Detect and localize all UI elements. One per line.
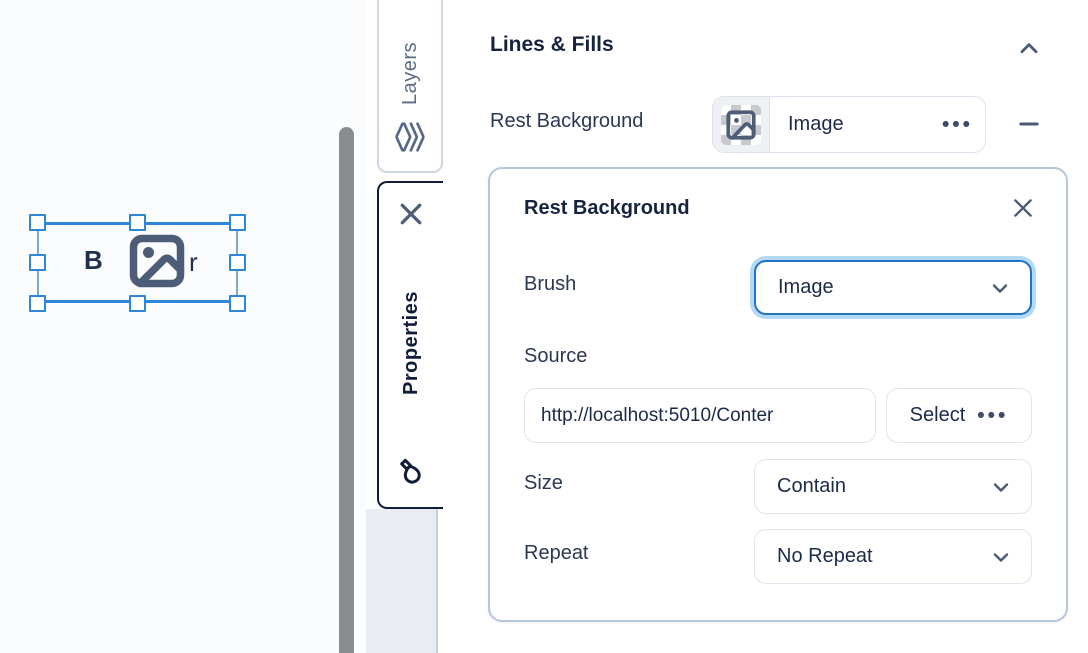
section-title-lines-and-fills: Lines & Fills	[490, 33, 614, 57]
close-icon[interactable]	[1010, 195, 1036, 221]
rest-background-row-label: Rest Background	[490, 110, 643, 133]
size-dropdown[interactable]: Contain	[754, 459, 1032, 514]
image-placeholder-icon[interactable]	[126, 231, 188, 291]
fill-thumbnail-cell	[713, 97, 770, 152]
tab-layers[interactable]: Layers	[377, 0, 443, 173]
repeat-label: Repeat	[524, 542, 589, 565]
tab-properties-label: Properties	[400, 291, 423, 395]
source-url-input[interactable]	[524, 388, 876, 443]
source-label: Source	[524, 345, 587, 368]
repeat-dropdown[interactable]: No Repeat	[754, 529, 1032, 584]
brush-dropdown-value: Image	[778, 276, 834, 299]
image-on-transparency-checker-icon	[721, 105, 761, 145]
selection-handle-middle-right[interactable]	[229, 254, 246, 271]
layers-icon	[394, 121, 426, 153]
obscured-text-fragment-left: B	[84, 245, 103, 276]
minus-icon[interactable]	[1016, 111, 1042, 137]
vertical-scrollbar-thumb[interactable]	[339, 127, 354, 653]
chevron-up-icon[interactable]	[1016, 36, 1042, 62]
tab-layers-label: Layers	[399, 42, 422, 105]
rest-background-value-button[interactable]: Image •••	[712, 96, 986, 153]
repeat-dropdown-value: No Repeat	[777, 545, 873, 568]
size-dropdown-value: Contain	[777, 475, 846, 498]
chevron-down-icon	[988, 276, 1012, 300]
select-button[interactable]: Select •••	[886, 388, 1032, 443]
paint-drop-icon	[396, 457, 426, 487]
tab-properties[interactable]: Properties	[377, 181, 443, 509]
selection-handle-bottom-right[interactable]	[229, 295, 246, 312]
selection-handle-top-left[interactable]	[29, 214, 46, 231]
brush-dropdown[interactable]: Image	[754, 260, 1032, 315]
close-icon[interactable]	[396, 199, 426, 229]
selection-handle-top-center[interactable]	[129, 214, 146, 231]
selection-handle-bottom-left[interactable]	[29, 295, 46, 312]
obscured-text-fragment-right: r	[189, 247, 198, 278]
chevron-down-icon	[989, 545, 1013, 569]
selection-handle-middle-left[interactable]	[29, 254, 46, 271]
canvas-area[interactable]: B r	[0, 0, 366, 653]
selection-handle-top-right[interactable]	[229, 214, 246, 231]
tab-strip-background	[366, 509, 438, 653]
selection-handle-bottom-center[interactable]	[129, 295, 146, 312]
size-label: Size	[524, 472, 563, 495]
brush-label: Brush	[524, 273, 576, 296]
rest-background-popup: Rest Background Brush Image Source Selec…	[488, 167, 1068, 622]
popup-title: Rest Background	[524, 197, 690, 220]
select-button-label: Select	[910, 404, 966, 427]
chevron-down-icon	[989, 475, 1013, 499]
rest-background-value-label: Image	[788, 113, 844, 136]
